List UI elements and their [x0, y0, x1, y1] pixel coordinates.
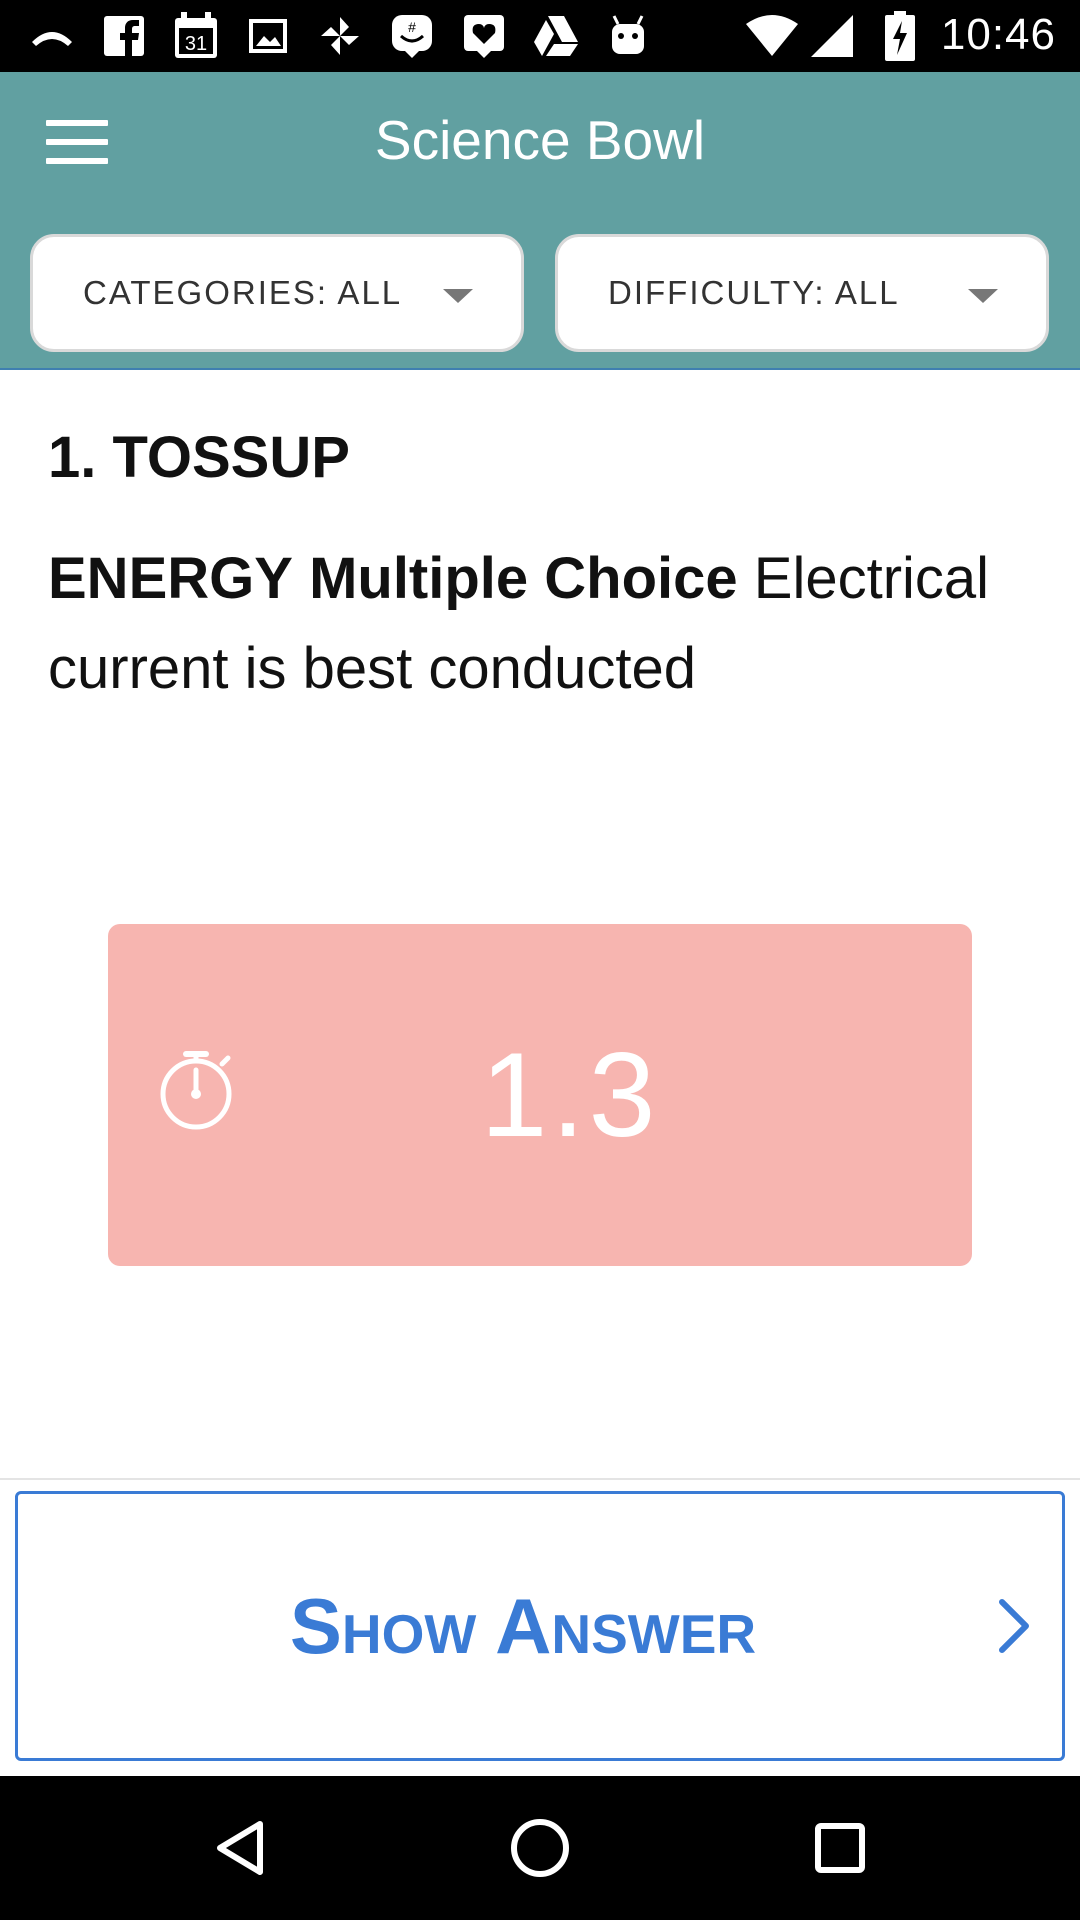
drive-icon [532, 12, 580, 60]
question-body: ENERGY Multiple Choice Electrical curren… [48, 534, 1038, 714]
calendar-icon: 31 [172, 12, 220, 60]
chevron-right-icon [994, 1594, 1034, 1658]
android-icon [604, 12, 652, 60]
messenger-bot-icon: # [388, 12, 436, 60]
signal-icon [808, 12, 856, 60]
calendar-day: 31 [185, 33, 207, 55]
gallery-icon [244, 12, 292, 60]
show-answer-label: Show Answer [289, 1582, 757, 1670]
recents-icon[interactable] [800, 1808, 880, 1888]
home-icon[interactable] [500, 1808, 580, 1888]
wifi-icon [744, 12, 800, 60]
timer-value: 1.3 [480, 1028, 660, 1162]
status-bar: 31 # 10:46 [0, 0, 1080, 72]
heart-message-icon [460, 12, 508, 60]
question-category: ENERGY [48, 546, 293, 611]
timer-card[interactable]: 1.3 [108, 924, 972, 1266]
difficulty-dropdown-label: DIFFICULTY: ALL [608, 274, 900, 311]
battery-charging-icon [880, 11, 920, 61]
difficulty-dropdown[interactable]: DIFFICULTY: ALL [555, 234, 1049, 352]
app-title: Science Bowl [374, 109, 706, 171]
missed-call-icon [28, 12, 76, 60]
nav-bar [0, 1776, 1080, 1920]
back-icon[interactable] [200, 1808, 280, 1888]
divider [0, 1478, 1080, 1480]
categories-dropdown-label: CATEGORIES: ALL [83, 274, 403, 311]
pinwheel-icon [316, 12, 364, 60]
caret-down-icon [968, 289, 998, 303]
categories-dropdown[interactable]: CATEGORIES: ALL [30, 234, 524, 352]
question-header: 1. TOSSUP [48, 425, 350, 490]
show-answer-button[interactable]: Show Answer [15, 1491, 1065, 1761]
question-type: Multiple Choice [309, 546, 738, 611]
svg-text:#: # [408, 19, 416, 35]
app-bar: Science Bowl CATEGORIES: ALL DIFFICULTY:… [0, 72, 1080, 370]
facebook-icon [100, 12, 148, 60]
caret-down-icon [443, 289, 473, 303]
status-time: 10:46 [940, 10, 1056, 59]
